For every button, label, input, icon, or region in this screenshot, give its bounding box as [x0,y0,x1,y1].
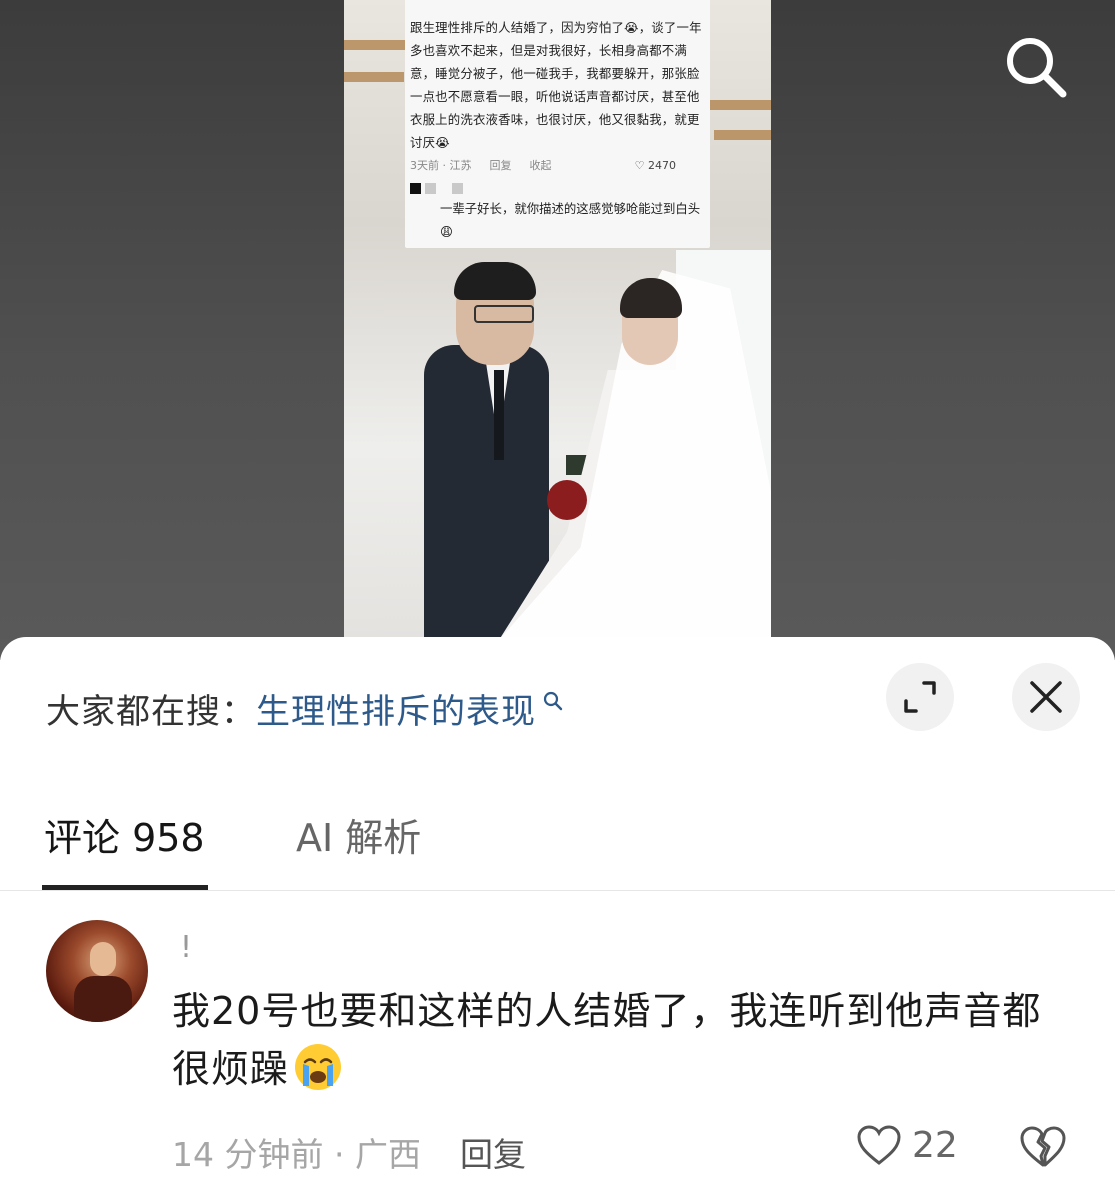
search-icon [1007,38,1067,98]
expand-icon [904,681,936,713]
groom-hair [454,262,536,300]
comment-time-location: 14 分钟前 · 广西 [172,1135,421,1174]
crying-face-icon [295,1044,342,1090]
groom-glasses [474,305,534,323]
tab-comments[interactable]: 评论 958 [44,807,205,862]
comment-item: ! 我20号也要和这样的人结婚了，我连听到他声音都很烦躁 14 分钟前 · 广西… [0,920,1115,1200]
dislike-button[interactable] [1018,1124,1068,1172]
tab-bar: 评论 958 AI 解析 [0,797,1115,891]
card-reply: 回复 [489,159,512,172]
screenshot-comment-card: 跟生理性排斥的人结婚了，因为穷怕了😭，谈了一年多也喜欢不起来，但是对我很好，长相… [405,0,710,248]
bouquet [547,480,587,520]
hot-search-link[interactable]: 生理性排斥的表现 [256,684,536,733]
card-reply-text: 一辈子好长，就你描述的这感觉够呛能过到白头😩 [440,201,701,239]
like-button[interactable]: 22 [856,1124,958,1166]
comment-panel: 大家都在搜： 生理性排斥的表现 评论 958 AI 解析 ! 我20号也要和这样… [0,637,1115,1200]
like-count: 22 [912,1124,958,1166]
comment-text: 我20号也要和这样的人结婚了，我连听到他声音都很烦躁 [172,982,1072,1098]
active-tab-indicator [42,885,208,890]
video-player[interactable]: 跟生理性排斥的人结婚了，因为穷怕了😭，谈了一年多也喜欢不起来，但是对我很好，长相… [0,0,1115,660]
card-meta: 3天前 · 江苏 回复 收起 ♡ 2470 [410,157,706,173]
close-button[interactable] [1012,663,1080,731]
expand-button[interactable] [886,663,954,731]
ceiling-beam [704,100,771,110]
groom-tie [494,370,504,460]
card-time-location: 3天前 · 江苏 [410,159,472,172]
avatar-figure [74,976,132,1022]
heart-icon [857,1125,901,1165]
avatar[interactable] [46,920,148,1022]
ceiling-beam [714,130,771,140]
pixel-block [410,183,421,194]
tab-ai-analysis[interactable]: AI 解析 [296,807,421,862]
hot-search-bar[interactable]: 大家都在搜： 生理性排斥的表现 [46,684,564,733]
close-icon [1030,681,1062,713]
avatar-face [90,942,116,976]
hot-search-prefix: 大家都在搜： [46,692,256,732]
card-comment-text: 跟生理性排斥的人结婚了，因为穷怕了😭，谈了一年多也喜欢不起来，但是对我很好，长相… [410,20,702,150]
card-collapse: 收起 [529,159,552,172]
reply-button[interactable]: 回复 [460,1128,526,1176]
search-icon [543,691,563,710]
broken-heart-icon [1020,1126,1066,1167]
ceiling-beam [344,40,414,50]
card-like-count: 2470 [648,158,676,172]
pixel-block [452,183,463,194]
username[interactable]: ! [180,930,192,965]
card-reply-avatar [410,183,706,195]
search-button[interactable] [1000,32,1070,102]
pixel-block [425,183,436,194]
ceiling-beam [344,72,404,82]
card-like: ♡ 2470 [634,158,676,172]
